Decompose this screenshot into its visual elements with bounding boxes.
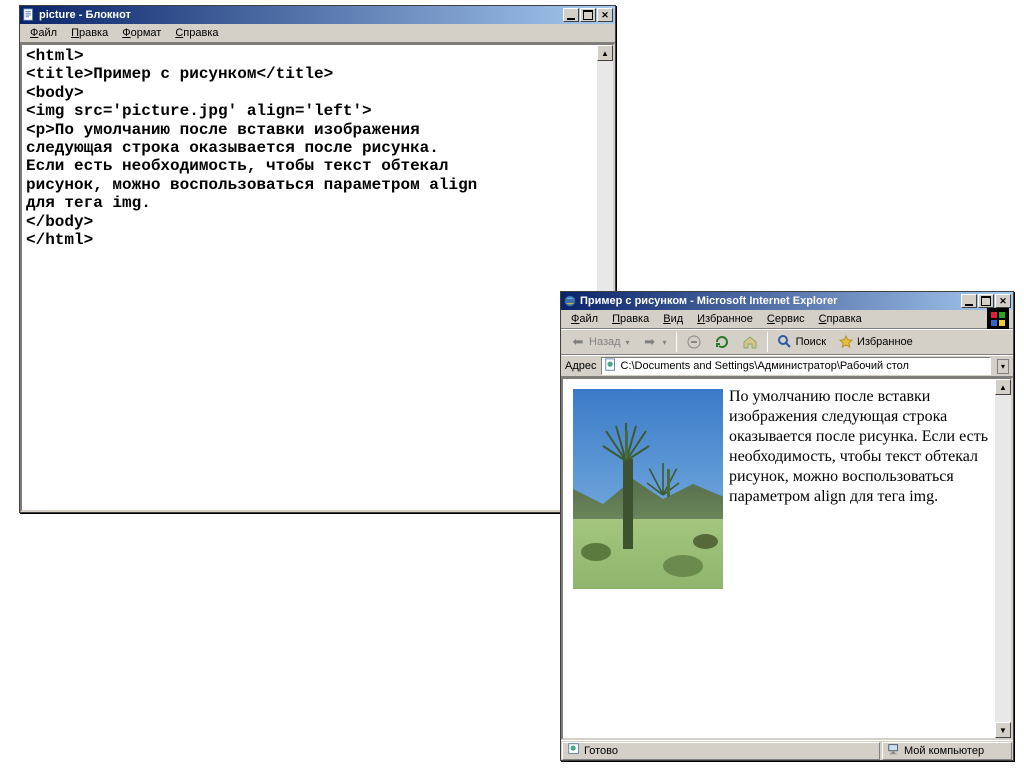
computer-icon [887, 742, 901, 759]
body-text: По умолчанию после вставки изображения с… [729, 388, 988, 505]
notepad-titlebar[interactable]: picture - Блокнот [20, 6, 615, 24]
maximize-button[interactable] [978, 294, 994, 308]
chevron-down-icon: ▾ [626, 338, 630, 347]
address-dropdown-icon[interactable]: ▾ [997, 359, 1009, 374]
address-label: Адрес [565, 360, 597, 372]
minimize-button[interactable] [563, 8, 579, 22]
chevron-down-icon: ▾ [663, 338, 667, 347]
scroll-up-button[interactable]: ▲ [995, 379, 1011, 395]
vertical-scrollbar[interactable]: ▲ ▼ [995, 379, 1011, 738]
close-button[interactable] [597, 8, 613, 22]
ie-window: Пример с рисунком - Microsoft Internet E… [560, 291, 1014, 761]
ie-toolbar: ⬅ Назад ▾ ➡ ▾ Поиск Избранн [561, 329, 1013, 355]
notepad-window: picture - Блокнот Файл Правка Формат Спр… [19, 5, 616, 513]
ie-icon [563, 294, 577, 308]
menu-help[interactable]: Справка [169, 25, 224, 41]
menu-file[interactable]: Файл [24, 25, 63, 41]
forward-arrow-icon: ➡ [642, 334, 658, 350]
maximize-button[interactable] [580, 8, 596, 22]
menu-favorites[interactable]: Избранное [691, 311, 759, 327]
forward-button[interactable]: ➡ ▾ [637, 331, 672, 353]
status-zone-pane: Мой компьютер [882, 742, 1012, 760]
minimize-button[interactable] [961, 294, 977, 308]
menu-format[interactable]: Формат [116, 25, 167, 41]
page-content: По умолчанию после вставки изображения с… [563, 379, 1011, 515]
notepad-title: picture - Блокнот [39, 9, 563, 21]
favorites-icon [838, 334, 854, 350]
back-button[interactable]: ⬅ Назад ▾ [565, 331, 635, 353]
ie-throbber-icon [987, 308, 1009, 330]
menu-help[interactable]: Справка [813, 311, 868, 327]
refresh-button[interactable] [709, 331, 735, 353]
address-value: C:\Documents and Settings\Администратор\… [621, 360, 909, 372]
window-controls [563, 8, 613, 22]
scroll-up-button[interactable]: ▲ [597, 45, 613, 61]
status-left-pane: Готово [562, 742, 880, 760]
menu-edit[interactable]: Правка [65, 25, 114, 41]
stop-icon [686, 334, 702, 350]
ie-title: Пример с рисунком - Microsoft Internet E… [580, 295, 961, 307]
page-icon [604, 358, 618, 375]
scroll-track[interactable] [995, 395, 1011, 722]
notepad-menubar: Файл Правка Формат Справка [20, 24, 615, 43]
done-icon [567, 742, 581, 759]
notepad-text-content[interactable]: <html> <title>Пример с рисунком</title> … [22, 45, 613, 251]
scroll-down-button[interactable]: ▼ [995, 722, 1011, 738]
back-arrow-icon: ⬅ [570, 334, 586, 350]
ie-client-area[interactable]: По умолчанию после вставки изображения с… [561, 377, 1013, 740]
home-button[interactable] [737, 331, 763, 353]
ie-titlebar[interactable]: Пример с рисунком - Microsoft Internet E… [561, 292, 1013, 310]
favorites-button[interactable]: Избранное [833, 331, 918, 353]
menu-tools[interactable]: Сервис [761, 311, 811, 327]
stop-button[interactable] [681, 331, 707, 353]
menu-edit[interactable]: Правка [606, 311, 655, 327]
separator [676, 332, 677, 352]
close-button[interactable] [995, 294, 1011, 308]
notepad-client-area[interactable]: <html> <title>Пример с рисунком</title> … [20, 43, 615, 512]
ie-menubar: Файл Правка Вид Избранное Сервис Справка [561, 310, 1013, 329]
notepad-icon [22, 8, 36, 22]
ie-address-bar: Адрес C:\Documents and Settings\Админист… [561, 355, 1013, 377]
separator [767, 332, 768, 352]
refresh-icon [714, 334, 730, 350]
home-icon [742, 334, 758, 350]
window-controls [961, 294, 1011, 308]
menu-view[interactable]: Вид [657, 311, 689, 327]
search-button[interactable]: Поиск [772, 331, 831, 353]
address-field[interactable]: C:\Documents and Settings\Администратор\… [601, 357, 991, 375]
embedded-image [573, 389, 723, 589]
menu-file[interactable]: Файл [565, 311, 604, 327]
search-icon [777, 334, 793, 350]
ie-statusbar: Готово Мой компьютер [561, 740, 1013, 760]
